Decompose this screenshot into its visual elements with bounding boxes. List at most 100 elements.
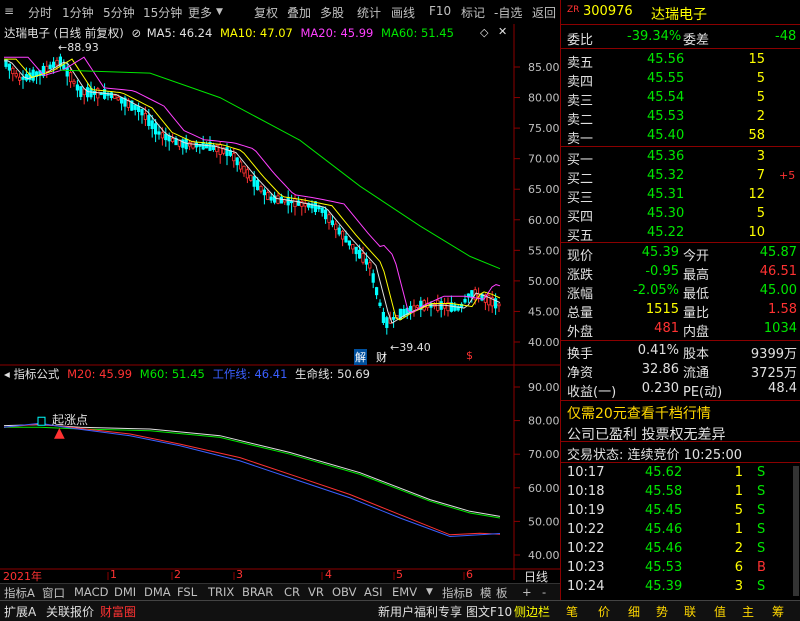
footer-guanlian[interactable]: 关联报价 bbox=[46, 603, 94, 620]
footer-chou[interactable]: 筹 bbox=[772, 603, 784, 620]
candle-body bbox=[327, 214, 331, 223]
tab-cr[interactable]: CR bbox=[282, 585, 302, 599]
tab-fsl[interactable]: FSL bbox=[175, 585, 199, 599]
footer-shi[interactable]: 势 bbox=[656, 603, 668, 620]
stat2-value: 0.230 bbox=[641, 381, 679, 396]
bid-row[interactable]: 买一 45.36 3 bbox=[561, 147, 800, 168]
footer-tuwen[interactable]: 图文F10 bbox=[466, 603, 512, 620]
tab-dma[interactable]: DMA bbox=[142, 585, 173, 599]
tick-time: 10:24 bbox=[567, 579, 605, 594]
tab-zhibiao-a[interactable]: 指标A bbox=[2, 585, 37, 601]
biaoji-button[interactable]: 标记 bbox=[461, 4, 485, 21]
stat2-row: 换手 0.41% 股本 9399万 bbox=[561, 341, 800, 362]
zixuan-button[interactable]: -自选 bbox=[494, 4, 522, 21]
footer-cebian[interactable]: 侧边栏 bbox=[514, 603, 550, 620]
tab-trix[interactable]: TRIX bbox=[206, 585, 236, 599]
bid-row[interactable]: 买五 45.22 10 bbox=[561, 223, 800, 244]
candle-body bbox=[153, 123, 158, 135]
ytick-label: 85.00 bbox=[528, 61, 560, 74]
tick-direction: S bbox=[757, 522, 766, 537]
candle-body bbox=[364, 258, 369, 265]
tabs-more-icon[interactable]: ▼ bbox=[424, 587, 435, 597]
candle-body bbox=[266, 192, 270, 200]
close-chart-icon[interactable]: ✕ bbox=[498, 25, 507, 38]
indicator-header: ◂ 指标公式 M20: 45.99 M60: 51.45 工作线: 46.41 … bbox=[0, 366, 560, 382]
back-button[interactable]: 返回 bbox=[532, 4, 556, 21]
candle-body bbox=[344, 235, 348, 243]
indicator-collapse-icon[interactable]: ◂ bbox=[4, 367, 10, 381]
tab-dmi[interactable]: DMI bbox=[112, 585, 138, 599]
tick-volume: 1 bbox=[734, 522, 743, 537]
period-fenshi[interactable]: 分时 bbox=[28, 4, 52, 21]
ask-row[interactable]: 卖一 45.40 58 bbox=[561, 126, 800, 147]
huaxian-button[interactable]: 画线 bbox=[391, 4, 415, 21]
promo-banner[interactable]: 仅需20元查看千档行情 bbox=[561, 401, 800, 422]
diamond-icon[interactable]: ◇ bbox=[480, 26, 488, 39]
more-dropdown-icon[interactable]: ▼ bbox=[216, 7, 223, 17]
period-15min[interactable]: 15分钟 bbox=[143, 4, 182, 21]
footer-zhu[interactable]: 主 bbox=[742, 603, 754, 620]
ask-label: 卖一 bbox=[567, 132, 594, 147]
candle-body bbox=[52, 61, 56, 68]
tab-zhibiao-b[interactable]: 指标B bbox=[440, 585, 475, 601]
candle-body bbox=[21, 76, 25, 80]
candle-body bbox=[113, 95, 117, 99]
menu-icon[interactable]: ≡ bbox=[4, 4, 14, 18]
stat-value: 45.87 bbox=[759, 245, 797, 260]
ask-row[interactable]: 卖四 45.55 5 bbox=[561, 69, 800, 90]
tab-brar[interactable]: BRAR bbox=[240, 585, 275, 599]
caibao-badge[interactable]: 财 bbox=[376, 349, 387, 365]
ma5-label: MA5: 46.24 bbox=[146, 26, 213, 40]
indicator-name[interactable]: 指标公式 bbox=[13, 367, 59, 381]
tab-emv[interactable]: EMV bbox=[390, 585, 419, 599]
candle-body bbox=[17, 76, 22, 81]
tick-price: 45.53 bbox=[645, 560, 683, 575]
footer-lian[interactable]: 联 bbox=[684, 603, 696, 620]
footer-caifuquan[interactable]: 财富圈 bbox=[100, 603, 136, 620]
stat-value: 1.58 bbox=[768, 302, 797, 317]
xaxis-month-3: 3 bbox=[236, 568, 243, 581]
tab-obv[interactable]: OBV bbox=[330, 585, 358, 599]
bid-row[interactable]: 买二 45.32 7 +5 bbox=[561, 166, 800, 187]
ask-row[interactable]: 卖二 45.53 2 bbox=[561, 107, 800, 128]
tab-asi[interactable]: ASI bbox=[362, 585, 385, 599]
stock-header: ZR 300976 达瑞电子 bbox=[561, 2, 800, 23]
bid-row[interactable]: 买三 45.31 12 bbox=[561, 185, 800, 206]
candle-body bbox=[62, 64, 66, 70]
tab-vr[interactable]: VR bbox=[306, 585, 326, 599]
ask-row[interactable]: 卖三 45.54 5 bbox=[561, 88, 800, 109]
tick-direction: S bbox=[757, 465, 766, 480]
ask-row[interactable]: 卖五 45.56 15 bbox=[561, 50, 800, 71]
bid-row[interactable]: 买四 45.30 5 bbox=[561, 204, 800, 225]
footer-xi[interactable]: 细 bbox=[628, 603, 640, 620]
bid-volume: 7 bbox=[756, 168, 765, 183]
tongji-button[interactable]: 统计 bbox=[357, 4, 381, 21]
diejia-button[interactable]: 叠加 bbox=[287, 4, 311, 21]
jiejin-badge[interactable]: 解 bbox=[354, 349, 367, 365]
footer-newuser[interactable]: 新用户福利专享 bbox=[378, 603, 462, 620]
dollar-marker[interactable]: $ bbox=[466, 349, 473, 362]
tick-scrollbar[interactable] bbox=[793, 466, 799, 596]
f10-button[interactable]: F10 bbox=[429, 4, 451, 18]
zoom-in-button[interactable]: + bbox=[520, 585, 534, 599]
tab-chuangkou[interactable]: 窗口 bbox=[40, 585, 67, 601]
footer-zhi[interactable]: 值 bbox=[714, 603, 726, 620]
period-more[interactable]: 更多 bbox=[188, 4, 212, 21]
tab-macd[interactable]: MACD bbox=[72, 585, 110, 599]
footer-kuozhan[interactable]: 扩展A bbox=[4, 603, 36, 620]
tick-volume: 1 bbox=[734, 465, 743, 480]
ma-toggle-icon[interactable]: ⊘ bbox=[131, 26, 141, 40]
footer-bi[interactable]: 笔 bbox=[566, 603, 578, 620]
tab-mo[interactable]: 模 bbox=[478, 585, 494, 601]
duogu-button[interactable]: 多股 bbox=[320, 4, 344, 21]
zoom-out-button[interactable]: - bbox=[540, 585, 548, 599]
tab-ban[interactable]: 板 bbox=[494, 585, 510, 601]
ask-price: 45.55 bbox=[647, 71, 685, 86]
candle-body bbox=[347, 240, 352, 246]
fuquan-button[interactable]: 复权 bbox=[254, 4, 278, 21]
tick-row: 10:22 45.46 1 S bbox=[561, 520, 800, 541]
footer-jia[interactable]: 价 bbox=[598, 603, 610, 620]
kline-chart[interactable]: 85.00 80.00 75.00 70.00 65.00 60.00 55.00 50.00… bbox=[0, 24, 560, 584]
period-5min[interactable]: 5分钟 bbox=[103, 4, 135, 21]
period-1min[interactable]: 1分钟 bbox=[62, 4, 94, 21]
